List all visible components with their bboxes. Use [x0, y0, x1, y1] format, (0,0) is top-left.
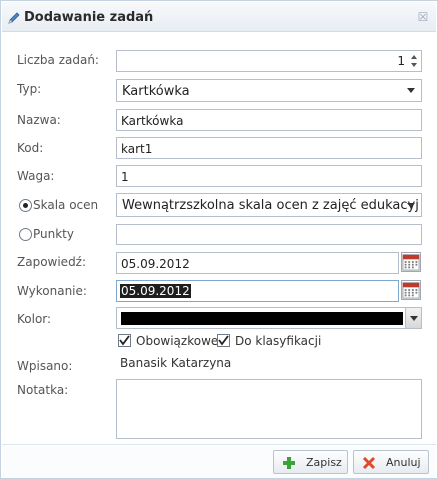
- dialog-footer: Zapisz Anuluj: [2, 446, 436, 478]
- checkmark-icon: [119, 335, 130, 346]
- color-picker[interactable]: [116, 307, 422, 329]
- grade-scale-label: Skala ocen: [33, 198, 99, 212]
- type-select[interactable]: Kartkówka: [116, 79, 422, 102]
- calendar-icon[interactable]: [401, 280, 421, 300]
- points-input[interactable]: [116, 224, 422, 245]
- color-label: Kolor:: [17, 312, 52, 326]
- entered-by-value: Banasik Katarzyna: [120, 356, 232, 370]
- dialog-title: Dodawanie zadań: [24, 10, 154, 25]
- color-dropdown-button[interactable]: [405, 308, 421, 328]
- points-label: Punkty: [33, 227, 74, 241]
- entered-by-label: Wpisano:: [17, 359, 73, 373]
- x-icon: [362, 456, 376, 470]
- weight-input[interactable]: 1: [116, 165, 422, 187]
- close-icon[interactable]: ☒: [416, 10, 430, 24]
- grade-scale-radio[interactable]: [19, 199, 32, 212]
- color-swatch: [121, 312, 403, 325]
- weight-label: Waga:: [17, 169, 55, 183]
- spinner-arrows-icon[interactable]: [410, 54, 418, 68]
- announced-value: 05.09.2012: [121, 257, 190, 271]
- grade-scale-select[interactable]: Wewnątrzszkolna skala ocen z zajęć eduka…: [116, 193, 422, 217]
- chevron-down-icon: [410, 316, 418, 321]
- code-value: kart1: [121, 142, 153, 156]
- save-button[interactable]: Zapisz: [273, 450, 348, 474]
- announced-date-input[interactable]: 05.09.2012: [116, 252, 399, 274]
- note-textarea[interactable]: [116, 379, 422, 439]
- cancel-label: Anuluj: [386, 456, 421, 469]
- pencil-icon: [8, 12, 20, 24]
- announced-label: Zapowiedź:: [17, 255, 87, 269]
- count-spinner[interactable]: 1: [116, 50, 422, 72]
- mandatory-label: Obowiązkowe: [136, 334, 219, 348]
- grade-scale-value: Wewnątrzszkolna skala ocen z zajęć eduka…: [122, 198, 419, 213]
- plus-icon: [283, 457, 295, 469]
- title-bar: Dodawanie zadań ☒: [2, 2, 436, 32]
- calendar-icon[interactable]: [401, 252, 421, 272]
- note-label: Notatka:: [17, 383, 69, 397]
- classification-label: Do klasyfikacji: [235, 334, 322, 348]
- name-input[interactable]: Kartkówka: [116, 109, 422, 131]
- name-value: Kartkówka: [121, 114, 184, 128]
- checkmark-icon: [218, 335, 229, 346]
- save-label: Zapisz: [306, 456, 342, 469]
- form-body: Liczba zadań: 1 Typ: Kartkówka Nazwa: Ka…: [2, 33, 436, 445]
- count-value: 1: [397, 54, 405, 68]
- points-radio[interactable]: [19, 228, 32, 241]
- task-dialog: Dodawanie zadań ☒ Liczba zadań: 1 Typ: K…: [0, 0, 438, 479]
- chevron-down-icon: [407, 88, 415, 93]
- classification-checkbox[interactable]: [217, 334, 230, 347]
- type-value: Kartkówka: [122, 84, 190, 99]
- count-label: Liczba zadań:: [17, 53, 99, 67]
- done-label: Wykonanie:: [17, 284, 87, 298]
- weight-value: 1: [121, 170, 129, 184]
- name-label: Nazwa:: [17, 113, 61, 127]
- type-label: Typ:: [17, 82, 42, 96]
- chevron-down-icon: [407, 203, 415, 208]
- done-date-input[interactable]: 05.09.2012: [116, 280, 399, 302]
- cancel-button[interactable]: Anuluj: [353, 450, 429, 474]
- done-value: 05.09.2012: [120, 284, 191, 298]
- code-input[interactable]: kart1: [116, 137, 422, 159]
- mandatory-checkbox[interactable]: [118, 334, 131, 347]
- code-label: Kod:: [17, 141, 44, 155]
